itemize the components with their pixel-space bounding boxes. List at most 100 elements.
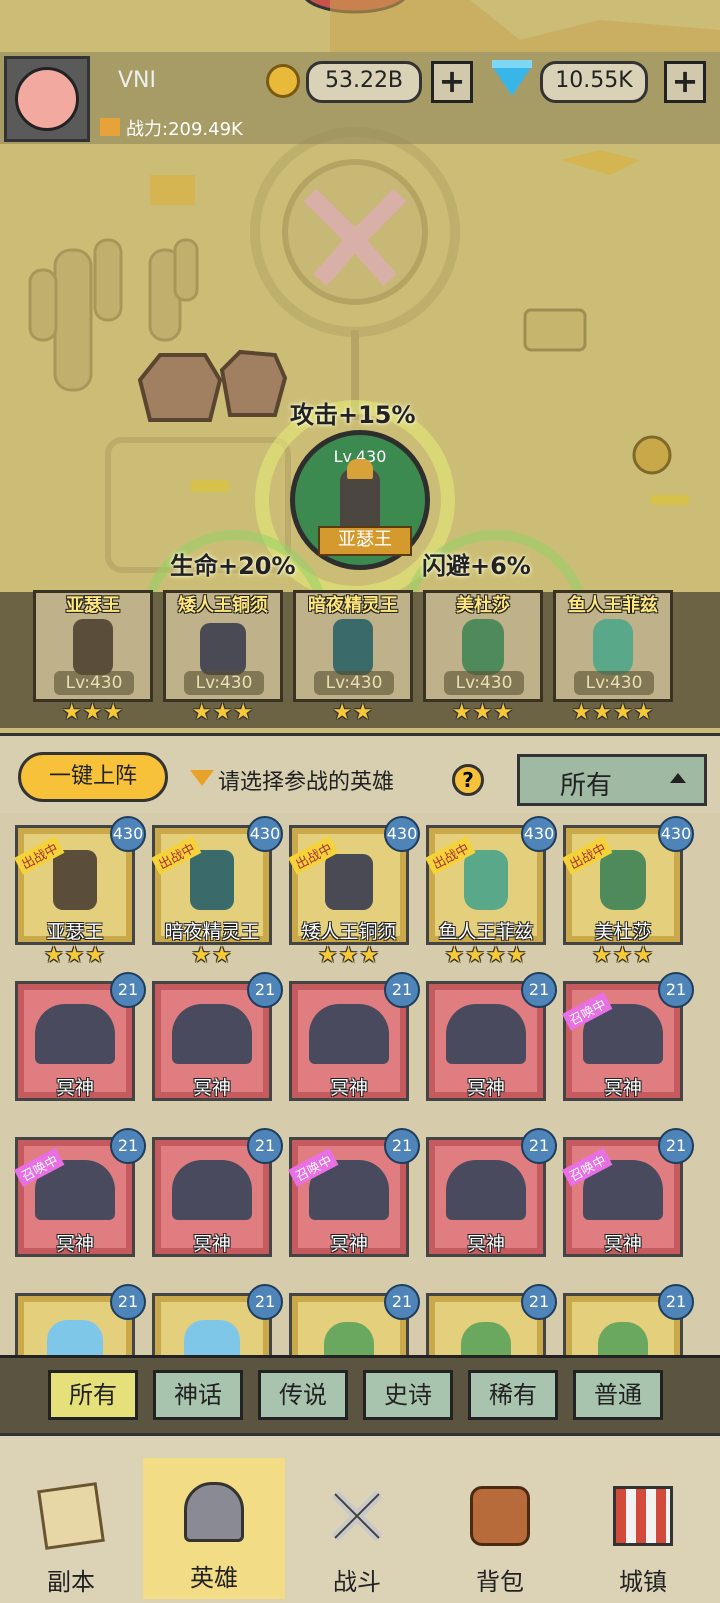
hero-level-badge: 21 <box>110 972 146 1008</box>
hero-card[interactable]: 出战中 430 矮人王铜须 <box>288 816 420 945</box>
winged-hero-sprite <box>446 1004 526 1064</box>
hero-level-badge: 21 <box>110 1128 146 1164</box>
attack-bonus: 攻击+15% <box>290 401 416 429</box>
diamond-icon <box>492 66 532 96</box>
leader-helmet-icon <box>347 459 373 479</box>
hero-level-badge: 21 <box>521 972 557 1008</box>
backpack-icon <box>470 1486 530 1546</box>
hero-stars: ★★ <box>191 943 233 968</box>
team-slot-stars: ★★★ <box>191 700 255 725</box>
tab-all[interactable]: 所有 <box>48 1370 138 1420</box>
player-avatar[interactable] <box>4 56 90 142</box>
team-slot-name: 美杜莎 <box>456 595 510 616</box>
help-button[interactable]: ? <box>452 764 484 796</box>
hero-name: 冥神 <box>329 1077 368 1099</box>
filter-value: 所有 <box>560 771 613 801</box>
shop-building-icon <box>613 1486 673 1546</box>
nav-backpack[interactable]: 背包 <box>429 1462 571 1603</box>
hero-name: 冥神 <box>55 1233 94 1255</box>
triangle-up-icon <box>670 773 686 783</box>
hero-name: 暗夜精灵王 <box>164 921 260 943</box>
gem-amount: 10.55K <box>540 61 648 103</box>
diamond-top-icon <box>492 60 532 68</box>
hero-filter-dropdown[interactable]: 所有 <box>517 754 707 806</box>
hero-card[interactable]: 召唤中 21 冥神 <box>562 972 694 1101</box>
hero-name: 冥神 <box>603 1077 642 1099</box>
hero-card[interactable]: 出战中 430 暗夜精灵王 <box>151 816 283 945</box>
team-slot-1[interactable]: 亚瑟王 Lv:430 <box>33 590 153 702</box>
knight-sprite <box>53 850 97 910</box>
murloc-sprite <box>593 619 633 675</box>
tab-legendary[interactable]: 传说 <box>258 1370 348 1420</box>
arrow-down-icon <box>190 770 214 786</box>
team-slot-level: Lv:430 <box>314 671 394 695</box>
nav-dungeon[interactable]: 副本 <box>0 1462 142 1603</box>
helmet-icon <box>184 1482 244 1542</box>
combat-power: 战力:209.49K <box>126 119 243 140</box>
hero-level-badge: 430 <box>521 816 557 852</box>
hero-level-badge: 430 <box>384 816 420 852</box>
hero-card[interactable]: 21 冥神 <box>152 972 283 1101</box>
hero-stars: ★★★ <box>43 943 107 968</box>
hero-card[interactable]: 召唤中 21 冥神 <box>562 1128 694 1257</box>
team-slot-2[interactable]: 矮人王铜须 Lv:430 <box>163 590 283 702</box>
dwarf-sprite <box>200 623 246 675</box>
hero-grid: 出战中 430 亚瑟王 出战中 430 暗夜精灵王 出战中 430 矮人王铜须 … <box>0 813 720 1383</box>
hero-name: 冥神 <box>192 1077 231 1099</box>
life-bonus: 生命+20% <box>170 552 296 580</box>
hero-level-badge: 21 <box>658 1284 694 1320</box>
team-slot-3[interactable]: 暗夜精灵王 Lv:430 <box>293 590 413 702</box>
winged-hero-sprite <box>309 1004 389 1064</box>
tab-mythic[interactable]: 神话 <box>153 1370 243 1420</box>
rarity-filter-tabs: 所有 神话 传说 史诗 稀有 普通 <box>0 1355 720 1436</box>
nav-label: 战斗 <box>333 1568 381 1596</box>
hero-name: 美杜莎 <box>594 921 652 943</box>
hero-card[interactable]: 出战中 430 亚瑟王 <box>14 816 146 945</box>
avatar-face-icon <box>15 67 79 131</box>
one-click-deploy-button[interactable]: 一键上阵 <box>18 752 168 802</box>
hero-stars: ★★★★ <box>444 943 528 968</box>
dwarf-sprite <box>325 854 373 910</box>
nav-town[interactable]: 城镇 <box>572 1462 714 1603</box>
hero-card[interactable]: 21 冥神 <box>15 972 146 1101</box>
bottom-navigation: 副本 英雄 战斗 背包 城镇 <box>0 1433 720 1603</box>
hero-name: 冥神 <box>55 1077 94 1099</box>
hero-card[interactable]: 出战中 430 鱼人王菲兹 <box>425 816 557 945</box>
team-slot-stars: ★★★ <box>61 700 125 725</box>
hero-name: 亚瑟王 <box>46 921 104 943</box>
hero-level-badge: 21 <box>521 1128 557 1164</box>
hero-level-badge: 21 <box>521 1284 557 1320</box>
nav-battle[interactable]: 战斗 <box>286 1462 428 1603</box>
team-slot-level: Lv:430 <box>54 671 134 695</box>
power-icon <box>100 118 120 136</box>
hero-card[interactable]: 21 冥神 <box>152 1128 283 1257</box>
hero-level-badge: 21 <box>658 972 694 1008</box>
nav-heroes[interactable]: 英雄 <box>143 1458 285 1599</box>
tab-common[interactable]: 普通 <box>573 1370 663 1420</box>
hero-card[interactable]: 21 冥神 <box>426 1128 557 1257</box>
medusa-sprite <box>462 619 504 675</box>
hero-card[interactable]: 出战中 430 美杜莎 <box>562 816 694 945</box>
hero-level-badge: 21 <box>247 1128 283 1164</box>
team-slot-stars: ★★★ <box>451 700 515 725</box>
hero-card[interactable]: 召唤中 21 冥神 <box>288 1128 420 1257</box>
add-gold-button[interactable]: + <box>431 61 473 103</box>
nav-label: 城镇 <box>619 1568 667 1596</box>
tab-epic[interactable]: 史诗 <box>363 1370 453 1420</box>
team-slot-name: 鱼人王菲兹 <box>568 595 658 616</box>
team-slot-4[interactable]: 美杜莎 Lv:430 <box>423 590 543 702</box>
team-slot-5[interactable]: 鱼人王菲兹 Lv:430 <box>553 590 673 702</box>
map-scroll-icon <box>37 1482 105 1550</box>
hero-name: 冥神 <box>192 1233 231 1255</box>
hero-name: 冥神 <box>466 1077 505 1099</box>
add-gems-button[interactable]: + <box>664 61 706 103</box>
medusa-sprite <box>600 850 646 910</box>
hero-card[interactable]: 21 冥神 <box>289 972 420 1101</box>
winged-hero-sprite <box>172 1004 252 1064</box>
team-slot-level: Lv:430 <box>444 671 524 695</box>
leader-name-banner: 亚瑟王 <box>318 526 412 556</box>
hero-name: 鱼人王菲兹 <box>438 921 534 943</box>
hero-card[interactable]: 21 冥神 <box>426 972 557 1101</box>
tab-rare[interactable]: 稀有 <box>468 1370 558 1420</box>
hero-card[interactable]: 召唤中 21 冥神 <box>14 1128 146 1257</box>
